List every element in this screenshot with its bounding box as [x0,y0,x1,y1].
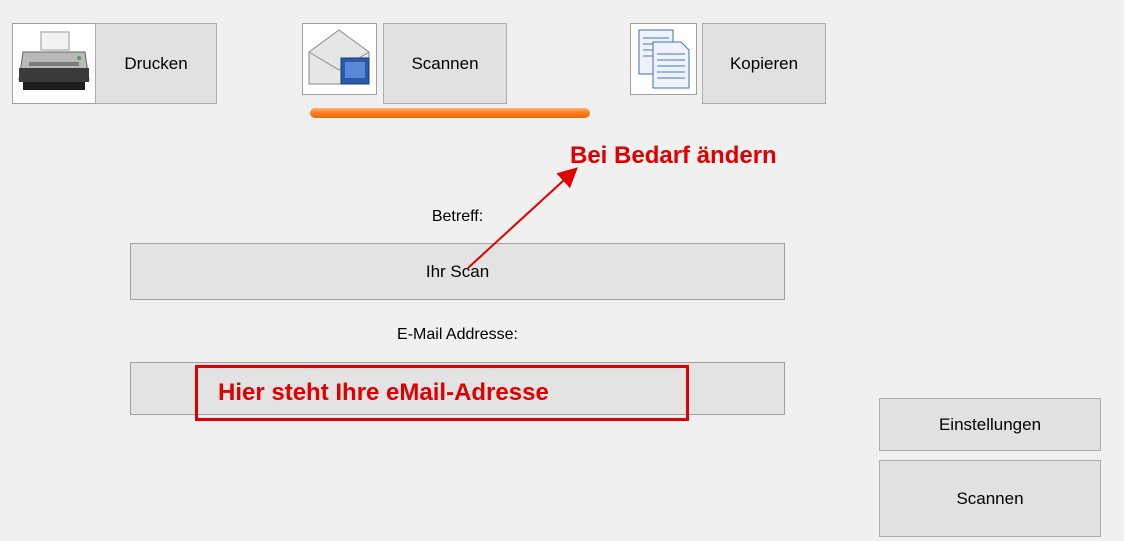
annotation-email-hint: Hier steht Ihre eMail-Adresse [195,365,689,421]
annotation-arrow [467,167,578,269]
annotation-change-hint: Bei Bedarf ändern [570,142,777,169]
annotation-email-hint-text: Hier steht Ihre eMail-Adresse [218,379,549,406]
